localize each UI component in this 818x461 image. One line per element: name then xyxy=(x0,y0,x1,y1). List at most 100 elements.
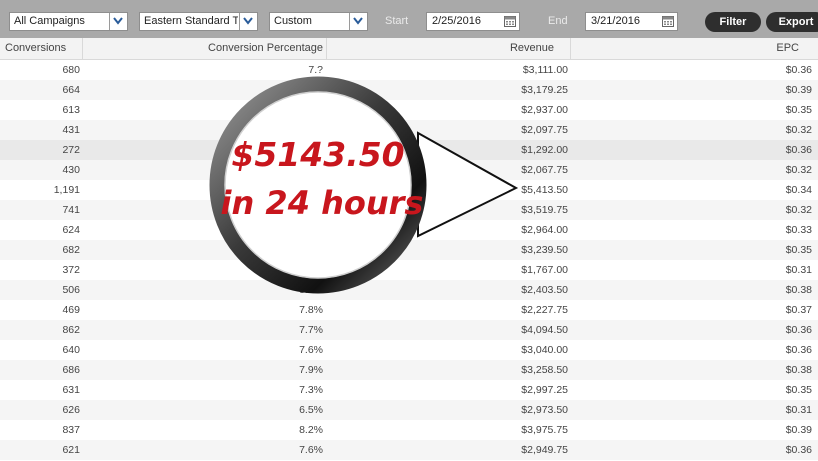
revenue-cell: $1,767.00 xyxy=(521,264,568,276)
table-row[interactable]: 469 7.8% $2,227.75 $0.37 xyxy=(0,300,818,320)
conversion-percentage-cell: 8.0% xyxy=(299,284,323,296)
revenue-cell: $3,239.50 xyxy=(521,244,568,256)
end-label: End xyxy=(548,15,568,27)
conversions-cell: 621 xyxy=(62,444,80,456)
conversion-percentage-cell: 8.1% xyxy=(299,84,323,96)
conversions-cell: 1,191 xyxy=(53,184,80,196)
conversion-percentage-cell: 7.3% xyxy=(299,384,323,396)
column-header-revenue[interactable]: Revenue xyxy=(328,38,571,59)
revenue-cell: $3,040.00 xyxy=(521,344,568,356)
revenue-cell: $2,097.75 xyxy=(521,124,568,136)
epc-cell: $0.34 xyxy=(785,184,812,196)
epc-cell: $0.36 xyxy=(785,324,812,336)
campaign-select[interactable]: All Campaigns xyxy=(9,12,128,31)
conversions-cell: 626 xyxy=(62,404,80,416)
epc-cell: $0.38 xyxy=(785,284,812,296)
revenue-cell: $2,964.00 xyxy=(521,224,568,236)
revenue-cell: $2,067.75 xyxy=(521,164,568,176)
table-row[interactable]: 837 8.2% $3,975.75 $0.39 xyxy=(0,420,818,440)
revenue-cell: $2,937.00 xyxy=(521,104,568,116)
epc-cell: $0.36 xyxy=(785,344,812,356)
conversions-cell: 686 xyxy=(62,364,80,376)
conversions-cell: 631 xyxy=(62,384,80,396)
calendar-icon[interactable] xyxy=(504,15,516,30)
table-row[interactable]: 682 7.4% $3,239.50 $0.35 xyxy=(0,240,818,260)
chevron-down-icon[interactable] xyxy=(349,13,367,30)
revenue-cell: $2,949.75 xyxy=(521,444,568,456)
calendar-icon[interactable] xyxy=(662,15,674,30)
revenue-cell: $3,975.75 xyxy=(521,424,568,436)
epc-cell: $0.32 xyxy=(785,204,812,216)
table-row[interactable]: 613 7.2% $2,937.00 $0.35 xyxy=(0,100,818,120)
conversion-percentage-cell: 8.2% xyxy=(299,424,323,436)
epc-cell: $0.32 xyxy=(785,124,812,136)
conversions-cell: 469 xyxy=(62,304,80,316)
epc-cell: $0.36 xyxy=(785,444,812,456)
timezone-select-value: Eastern Standard T xyxy=(144,15,238,27)
filter-button[interactable]: Filter xyxy=(705,12,761,32)
campaign-select-value: All Campaigns xyxy=(14,15,85,27)
conversion-percentage-cell: 7.2% xyxy=(299,104,323,116)
revenue-cell: $3,179.25 xyxy=(521,84,568,96)
conversions-cell: 664 xyxy=(62,84,80,96)
epc-cell: $0.33 xyxy=(785,224,812,236)
conversion-percentage-cell: 7.7% xyxy=(299,324,323,336)
epc-cell: $0.35 xyxy=(785,384,812,396)
export-button[interactable]: Export xyxy=(766,12,818,32)
epc-cell: $0.35 xyxy=(785,104,812,116)
callout-amount: $5143.50 xyxy=(231,135,405,174)
epc-cell: $0.35 xyxy=(785,244,812,256)
conversion-percentage-cell: 7.4% xyxy=(299,244,323,256)
epc-cell: $0.37 xyxy=(785,304,812,316)
conversions-cell: 741 xyxy=(62,204,80,216)
table-body: 680 7.? $3,111.00 $0.36 664 8.1% $3,179.25 $0.3… xyxy=(0,60,818,460)
table-row[interactable]: 631 7.3% $2,997.25 $0.35 xyxy=(0,380,818,400)
column-header-conversion-percentage[interactable]: Conversion Percentage xyxy=(84,38,327,59)
table-row[interactable]: 680 7.? $3,111.00 $0.36 xyxy=(0,60,818,80)
table-row[interactable]: 862 7.7% $4,094.50 $0.36 xyxy=(0,320,818,340)
timezone-select[interactable]: Eastern Standard T xyxy=(139,12,258,31)
table-row[interactable]: 686 7.9% $3,258.50 $0.38 xyxy=(0,360,818,380)
conversion-percentage-cell: 7.6% xyxy=(299,344,323,356)
start-date-input[interactable]: 2/25/2016 xyxy=(426,12,520,31)
revenue-cell: $2,227.75 xyxy=(521,304,568,316)
callout-caption: in 24 hours xyxy=(220,184,424,222)
start-label: Start xyxy=(385,15,409,27)
date-range-select[interactable]: Custom xyxy=(269,12,368,31)
table-row[interactable]: 372 6.5% $1,767.00 $0.31 xyxy=(0,260,818,280)
conversions-cell: 640 xyxy=(62,344,80,356)
table-row[interactable]: 621 7.6% $2,949.75 $0.36 xyxy=(0,440,818,460)
epc-cell: $0.32 xyxy=(785,164,812,176)
conversions-cell: 680 xyxy=(62,64,80,76)
date-range-select-value: Custom xyxy=(274,15,312,27)
revenue-cell: $5,413.50 xyxy=(521,184,568,196)
epc-cell: $0.31 xyxy=(785,264,812,276)
conversion-percentage-cell: 6.5% xyxy=(299,264,323,276)
conversion-percentage-cell: 7.6% xyxy=(299,444,323,456)
revenue-cell: $2,403.50 xyxy=(521,284,568,296)
revenue-cell: $3,111.00 xyxy=(522,64,568,76)
conversions-cell: 682 xyxy=(62,244,80,256)
table-row[interactable]: 640 7.6% $3,040.00 $0.36 xyxy=(0,340,818,360)
conversions-cell: 272 xyxy=(62,144,80,156)
column-header-epc[interactable]: EPC xyxy=(572,38,818,59)
revenue-cell: $4,094.50 xyxy=(521,324,568,336)
conversions-cell: 430 xyxy=(62,164,80,176)
column-header-conversions[interactable]: Conversions xyxy=(0,38,83,59)
table-row[interactable]: 626 6.5% $2,973.50 $0.31 xyxy=(0,400,818,420)
end-date-input[interactable]: 3/21/2016 xyxy=(585,12,678,31)
epc-cell: $0.36 xyxy=(785,144,812,156)
epc-cell: $0.36 xyxy=(785,64,812,76)
table-header: Conversions Conversion Percentage Revenu… xyxy=(0,38,818,60)
table-row[interactable]: 664 8.1% $3,179.25 $0.39 xyxy=(0,80,818,100)
chevron-down-icon[interactable] xyxy=(239,13,257,30)
conversions-cell: 624 xyxy=(62,224,80,236)
toolbar: All Campaigns Eastern Standard T Custom … xyxy=(0,0,818,38)
conversions-cell: 431 xyxy=(62,124,80,136)
conversion-percentage-cell: 7.9% xyxy=(299,364,323,376)
epc-cell: $0.31 xyxy=(785,404,812,416)
revenue-cell: $2,973.50 xyxy=(521,404,568,416)
chevron-down-icon[interactable] xyxy=(109,13,127,30)
table-row[interactable]: 506 8.0% $2,403.50 $0.38 xyxy=(0,280,818,300)
conversions-cell: 613 xyxy=(62,104,80,116)
